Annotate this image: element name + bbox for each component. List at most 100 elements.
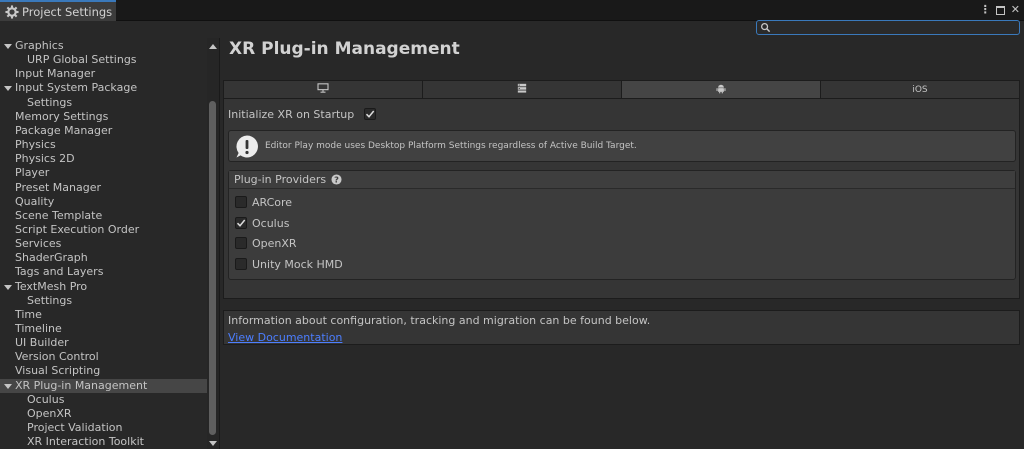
sidebar-item[interactable]: Physics 2D bbox=[0, 152, 207, 166]
sidebar-item[interactable]: Time bbox=[0, 308, 207, 322]
view-documentation-link[interactable]: View Documentation bbox=[228, 331, 342, 344]
sidebar-item[interactable]: UI Builder bbox=[0, 336, 207, 350]
sidebar-scrollbar[interactable] bbox=[207, 38, 219, 449]
project-settings-tab[interactable]: Project Settings bbox=[0, 0, 116, 21]
sidebar-item-label: TextMesh Pro bbox=[15, 279, 88, 293]
sidebar-item-label: ShaderGraph bbox=[15, 251, 88, 265]
help-icon[interactable]: ? bbox=[331, 174, 342, 185]
desktop-icon bbox=[317, 83, 329, 96]
scroll-down-icon[interactable] bbox=[209, 441, 217, 446]
sidebar-item[interactable]: URP Global Settings bbox=[0, 53, 207, 67]
sidebar-item-label: Version Control bbox=[15, 350, 99, 364]
sidebar-item[interactable]: Physics bbox=[0, 138, 207, 152]
tab-dedicated-server[interactable] bbox=[423, 81, 622, 98]
sidebar-item-label: Input Manager bbox=[15, 67, 96, 81]
provider-checkbox-openxr[interactable] bbox=[235, 237, 247, 249]
sidebar-item[interactable]: XR Interaction Toolkit bbox=[0, 435, 207, 449]
sidebar-item-label: Settings bbox=[27, 95, 73, 109]
sidebar-item[interactable]: XR Plug-in Management bbox=[0, 378, 207, 393]
provider-checkbox-oculus[interactable] bbox=[235, 217, 247, 229]
search-icon bbox=[760, 22, 771, 33]
sidebar-item[interactable]: Version Control bbox=[0, 350, 207, 364]
sidebar-item[interactable]: Script Execution Order bbox=[0, 223, 207, 237]
sidebar-item-label: Graphics bbox=[15, 39, 64, 52]
sidebar-item[interactable]: Tags and Layers bbox=[0, 265, 207, 279]
tab-ios[interactable]: iOS bbox=[821, 81, 1019, 98]
page-title: XR Plug-in Management bbox=[229, 39, 460, 59]
scroll-up-icon[interactable] bbox=[209, 44, 217, 49]
sidebar-item[interactable]: Memory Settings bbox=[0, 110, 207, 124]
sidebar-item[interactable]: Package Manager bbox=[0, 124, 207, 138]
sidebar-item-label: UI Builder bbox=[15, 336, 69, 350]
sidebar-item[interactable]: Oculus bbox=[0, 393, 207, 407]
sidebar-item-label: Services bbox=[15, 237, 62, 251]
sidebar-item[interactable]: Graphics bbox=[0, 39, 207, 53]
provider-row-arcore: ARCore bbox=[235, 195, 292, 209]
sidebar-item[interactable]: Input System Package bbox=[0, 81, 207, 95]
initialize-xr-checkbox[interactable] bbox=[364, 108, 376, 120]
foldout-arrow-icon[interactable] bbox=[4, 383, 12, 389]
sidebar-item-label: Input System Package bbox=[15, 81, 138, 95]
ios-label: iOS bbox=[912, 84, 928, 95]
provider-checkbox-arcore[interactable] bbox=[235, 196, 247, 208]
sidebar-item-label: Timeline bbox=[15, 322, 62, 335]
sidebar-item-label: Time bbox=[15, 307, 42, 321]
sidebar-item-label: URP Global Settings bbox=[27, 53, 137, 67]
scrollbar-thumb[interactable] bbox=[209, 101, 216, 435]
foldout-arrow-icon[interactable] bbox=[4, 284, 12, 290]
sidebar-item-label: Package Manager bbox=[15, 123, 113, 137]
settings-sidebar: Graphics URP Global Settings Input Manager… bbox=[0, 38, 207, 449]
plugin-providers-title: Plug-in Providers bbox=[234, 173, 327, 186]
sidebar-item-label: Script Execution Order bbox=[15, 222, 140, 236]
sidebar-item-label: Player bbox=[15, 166, 50, 180]
tab-standalone[interactable] bbox=[224, 81, 423, 98]
sidebar-item-label: XR Plug-in Management bbox=[15, 378, 148, 392]
sidebar-item[interactable]: Services bbox=[0, 237, 207, 251]
svg-text:?: ? bbox=[334, 174, 339, 184]
provider-label: Unity Mock HMD bbox=[252, 257, 343, 271]
android-settings-panel: Initialize XR on Startup Editor Play mod… bbox=[223, 99, 1020, 299]
maximize-icon[interactable] bbox=[995, 5, 1005, 15]
sidebar-item-label: Memory Settings bbox=[15, 109, 109, 123]
sidebar-item[interactable]: Input Manager bbox=[0, 67, 207, 81]
sidebar-item[interactable]: Settings bbox=[0, 96, 207, 110]
foldout-arrow-icon[interactable] bbox=[4, 86, 12, 92]
more-options-icon[interactable]: ⋮ bbox=[980, 3, 991, 17]
sidebar-item-label: Visual Scripting bbox=[15, 364, 101, 378]
initialize-xr-label: Initialize XR on Startup bbox=[228, 107, 355, 121]
gear-icon bbox=[5, 4, 19, 19]
plugin-providers-box: Plug-in Providers ? ARCore Oculus OpenXR bbox=[228, 170, 1016, 280]
close-icon[interactable]: ✕ bbox=[1011, 3, 1020, 17]
sidebar-item-label: Physics 2D bbox=[15, 152, 75, 166]
sidebar-item[interactable]: Player bbox=[0, 166, 207, 180]
sidebar-item-label: Physics bbox=[15, 138, 56, 152]
provider-checkbox-unity-mock-hmd[interactable] bbox=[235, 258, 247, 270]
android-icon bbox=[716, 83, 726, 97]
sidebar-item-label: Scene Template bbox=[15, 208, 103, 222]
sidebar-item[interactable]: Scene Template bbox=[0, 209, 207, 223]
sidebar-item[interactable]: OpenXR bbox=[0, 407, 207, 421]
sidebar-item[interactable]: Settings bbox=[0, 294, 207, 308]
sidebar-item[interactable]: Quality bbox=[0, 195, 207, 209]
sidebar-item[interactable]: Timeline bbox=[0, 322, 207, 336]
search-input[interactable] bbox=[756, 20, 1020, 35]
sidebar-item-label: Oculus bbox=[27, 392, 65, 406]
sidebar-item[interactable]: ShaderGraph bbox=[0, 251, 207, 265]
sidebar-item-label: Settings bbox=[27, 293, 73, 307]
sidebar-item[interactable]: TextMesh Pro bbox=[0, 280, 207, 294]
initialize-xr-row: Initialize XR on Startup bbox=[228, 107, 376, 121]
provider-row-unity-mock-hmd: Unity Mock HMD bbox=[235, 257, 343, 271]
sidebar-item[interactable]: Preset Manager bbox=[0, 181, 207, 195]
sidebar-item[interactable]: Visual Scripting bbox=[0, 364, 207, 378]
window-titlebar: Project Settings ⋮ ✕ bbox=[0, 0, 1024, 21]
server-icon bbox=[517, 83, 527, 96]
info-text: Information about configuration, trackin… bbox=[228, 314, 651, 327]
info-icon bbox=[234, 134, 260, 160]
tab-android[interactable] bbox=[622, 81, 821, 98]
plugin-providers-header: Plug-in Providers ? bbox=[229, 171, 1015, 189]
help-box: Editor Play mode uses Desktop Platform S… bbox=[228, 130, 1016, 162]
main-panel: XR Plug-in Management iOS Initialize XR … bbox=[220, 38, 1024, 449]
foldout-arrow-icon[interactable] bbox=[4, 44, 12, 49]
sidebar-item[interactable]: Project Validation bbox=[0, 421, 207, 435]
sidebar-item-label: Preset Manager bbox=[15, 180, 102, 194]
